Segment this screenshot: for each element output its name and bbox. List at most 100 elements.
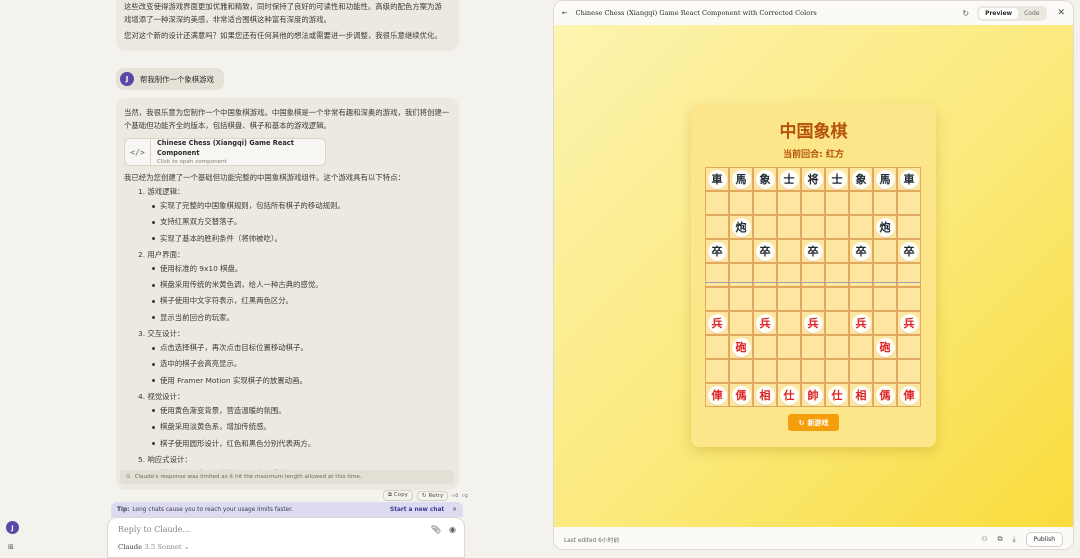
reply-input[interactable]: Reply to Claude...: [118, 525, 190, 534]
board-cell[interactable]: [777, 287, 801, 311]
board-cell[interactable]: [729, 311, 753, 335]
board-cell[interactable]: [729, 239, 753, 263]
board-cell[interactable]: [849, 263, 873, 287]
board-cell[interactable]: [753, 191, 777, 215]
tab-preview[interactable]: Preview: [979, 7, 1019, 19]
red-piece[interactable]: 砲: [731, 337, 751, 357]
close-icon[interactable]: ×: [452, 507, 457, 513]
board-cell[interactable]: [873, 239, 897, 263]
model-selector[interactable]: Claude 3.5 Sonnet ⌄: [118, 543, 189, 551]
board-cell[interactable]: [897, 215, 921, 239]
board-cell[interactable]: [825, 287, 849, 311]
board-cell[interactable]: [801, 359, 825, 383]
black-piece[interactable]: 将: [803, 169, 823, 189]
red-piece[interactable]: 仕: [827, 385, 847, 405]
red-piece[interactable]: 兵: [707, 313, 727, 333]
board-cell[interactable]: [777, 191, 801, 215]
black-piece[interactable]: 象: [755, 169, 775, 189]
red-piece[interactable]: 兵: [851, 313, 871, 333]
board-cell[interactable]: [825, 191, 849, 215]
sidebar-avatar[interactable]: J: [6, 521, 19, 534]
board-cell[interactable]: [897, 287, 921, 311]
black-piece[interactable]: 卒: [851, 241, 871, 261]
attach-icon[interactable]: 📎︎: [431, 525, 441, 534]
copy-icon[interactable]: ⧉: [998, 535, 1003, 544]
board-cell[interactable]: [777, 359, 801, 383]
board-cell[interactable]: [849, 215, 873, 239]
board-cell[interactable]: [897, 191, 921, 215]
red-piece[interactable]: 兵: [899, 313, 919, 333]
red-piece[interactable]: 傌: [731, 385, 751, 405]
board-cell[interactable]: [825, 335, 849, 359]
board-cell[interactable]: [753, 335, 777, 359]
board-cell[interactable]: [729, 191, 753, 215]
board-cell[interactable]: [873, 287, 897, 311]
board-cell[interactable]: [753, 359, 777, 383]
board-cell[interactable]: [777, 335, 801, 359]
refresh-icon[interactable]: ↻: [962, 9, 969, 18]
board-cell[interactable]: [729, 263, 753, 287]
board-cell[interactable]: [897, 263, 921, 287]
black-piece[interactable]: 卒: [899, 241, 919, 261]
board-cell[interactable]: [705, 263, 729, 287]
board-cell[interactable]: [729, 287, 753, 311]
red-piece[interactable]: 俥: [899, 385, 919, 405]
board-cell[interactable]: [801, 215, 825, 239]
board-cell[interactable]: [753, 287, 777, 311]
board-cell[interactable]: [825, 239, 849, 263]
board-cell[interactable]: [801, 335, 825, 359]
download-icon[interactable]: ⤓: [1013, 535, 1016, 544]
board-cell[interactable]: [753, 263, 777, 287]
board-cell[interactable]: [753, 215, 777, 239]
red-piece[interactable]: 俥: [707, 385, 727, 405]
red-piece[interactable]: 相: [755, 385, 775, 405]
black-piece[interactable]: 炮: [731, 217, 751, 237]
new-game-button[interactable]: ↻ 新游戏: [788, 414, 839, 431]
board-cell[interactable]: [825, 311, 849, 335]
red-piece[interactable]: 兵: [755, 313, 775, 333]
board-cell[interactable]: [873, 311, 897, 335]
publish-button[interactable]: Publish: [1025, 531, 1063, 547]
red-piece[interactable]: 砲: [875, 337, 895, 357]
board-cell[interactable]: [897, 335, 921, 359]
board-cell[interactable]: [705, 215, 729, 239]
start-new-chat-link[interactable]: Start a new chat: [390, 507, 444, 513]
board-cell[interactable]: [825, 215, 849, 239]
board-cell[interactable]: [897, 359, 921, 383]
red-piece[interactable]: 相: [851, 385, 871, 405]
board-cell[interactable]: [825, 359, 849, 383]
board-cell[interactable]: [825, 263, 849, 287]
red-piece[interactable]: 兵: [803, 313, 823, 333]
sidebar-expand-icon[interactable]: ⊞: [8, 543, 14, 551]
board-cell[interactable]: [705, 359, 729, 383]
board-cell[interactable]: [873, 191, 897, 215]
red-piece[interactable]: 傌: [875, 385, 895, 405]
black-piece[interactable]: 馬: [731, 169, 751, 189]
composer[interactable]: Reply to Claude... Claude 3.5 Sonnet ⌄ 📎…: [107, 517, 465, 558]
thumbs-up-icon[interactable]: 👍︎: [452, 492, 458, 499]
artifact-card[interactable]: </> Chinese Chess (Xiangqi) Game React C…: [124, 138, 326, 166]
black-piece[interactable]: 馬: [875, 169, 895, 189]
back-arrow-icon[interactable]: ←: [562, 9, 568, 17]
board-cell[interactable]: [705, 191, 729, 215]
black-piece[interactable]: 卒: [707, 241, 727, 261]
board-cell[interactable]: [705, 287, 729, 311]
black-piece[interactable]: 炮: [875, 217, 895, 237]
board-cell[interactable]: [849, 287, 873, 311]
board-cell[interactable]: [801, 287, 825, 311]
board-cell[interactable]: [777, 263, 801, 287]
share-icon[interactable]: ⚇: [981, 535, 987, 543]
camera-icon[interactable]: ◉: [449, 525, 456, 534]
board-cell[interactable]: [705, 335, 729, 359]
black-piece[interactable]: 士: [779, 169, 799, 189]
board-cell[interactable]: [801, 191, 825, 215]
tab-code[interactable]: Code: [1018, 8, 1045, 19]
board-cell[interactable]: [777, 239, 801, 263]
board-cell[interactable]: [873, 263, 897, 287]
board-cell[interactable]: [729, 359, 753, 383]
copy-button[interactable]: ⧉ Copy: [383, 490, 413, 501]
board-cell[interactable]: [777, 311, 801, 335]
black-piece[interactable]: 象: [851, 169, 871, 189]
retry-button[interactable]: ↻ Retry: [416, 490, 449, 501]
red-piece[interactable]: 仕: [779, 385, 799, 405]
